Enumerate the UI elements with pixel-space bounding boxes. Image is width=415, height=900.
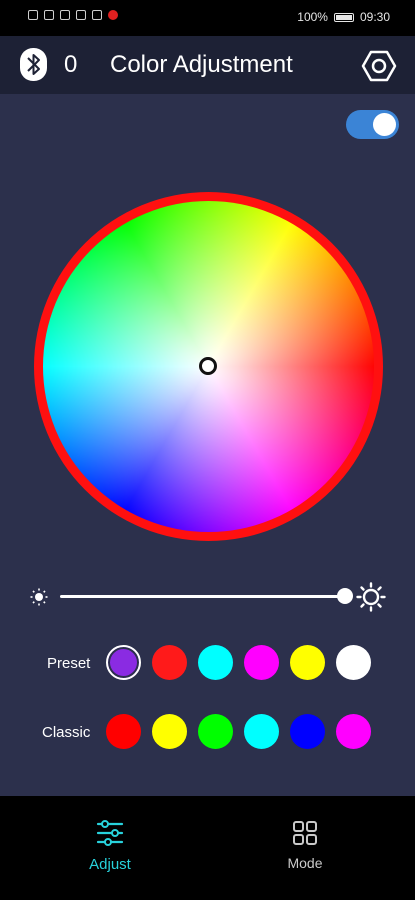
app-header: 0 Color Adjustment [0,36,415,94]
classic-swatch-6[interactable] [336,714,371,749]
classic-swatch-3[interactable] [198,714,233,749]
preset-swatch-2[interactable] [152,645,187,680]
preset-swatch-1[interactable] [106,645,141,680]
color-picker-handle[interactable] [199,357,217,375]
preset-swatch-3[interactable] [198,645,233,680]
bluetooth-icon[interactable] [20,48,47,81]
preset-label: Preset [47,655,91,672]
power-toggle[interactable] [346,110,399,139]
status-icons [28,10,118,20]
brightness-slider[interactable] [60,595,346,598]
status-bar: 100% 09:30 [0,0,415,36]
brightness-high-icon [356,582,386,612]
sliders-icon [96,820,124,846]
classic-swatch-1[interactable] [106,714,141,749]
record-icon [108,10,118,20]
vibrate-icon [76,10,86,20]
nav-mode[interactable]: Mode [260,820,350,871]
device-count: 0 [64,51,78,78]
classic-swatch-4[interactable] [244,714,279,749]
preset-swatch-5[interactable] [290,645,325,680]
usb-icon [92,10,102,20]
preset-swatch-6[interactable] [336,645,371,680]
classic-label: Classic [42,724,91,741]
page-title: Color Adjustment [110,51,293,78]
wifi-icon [44,10,54,20]
battery-icon [333,12,354,22]
settings-icon[interactable] [361,48,397,84]
battery-percent: 100% [297,10,328,24]
brightness-slider-thumb[interactable] [337,588,353,604]
preset-swatch-4[interactable] [244,645,279,680]
bottom-nav: Adjust Mode [0,796,415,900]
bluetooth-status-icon [60,10,70,20]
brightness-low-icon [30,588,48,606]
classic-swatch-5[interactable] [290,714,325,749]
nav-adjust-label: Adjust [89,856,131,873]
nav-adjust[interactable]: Adjust [65,820,155,873]
toggle-knob [373,113,396,136]
classic-swatch-2[interactable] [152,714,187,749]
grid-icon [293,821,317,845]
nav-mode-label: Mode [287,855,323,871]
notification-icon [28,10,38,20]
clock: 09:30 [359,10,390,24]
